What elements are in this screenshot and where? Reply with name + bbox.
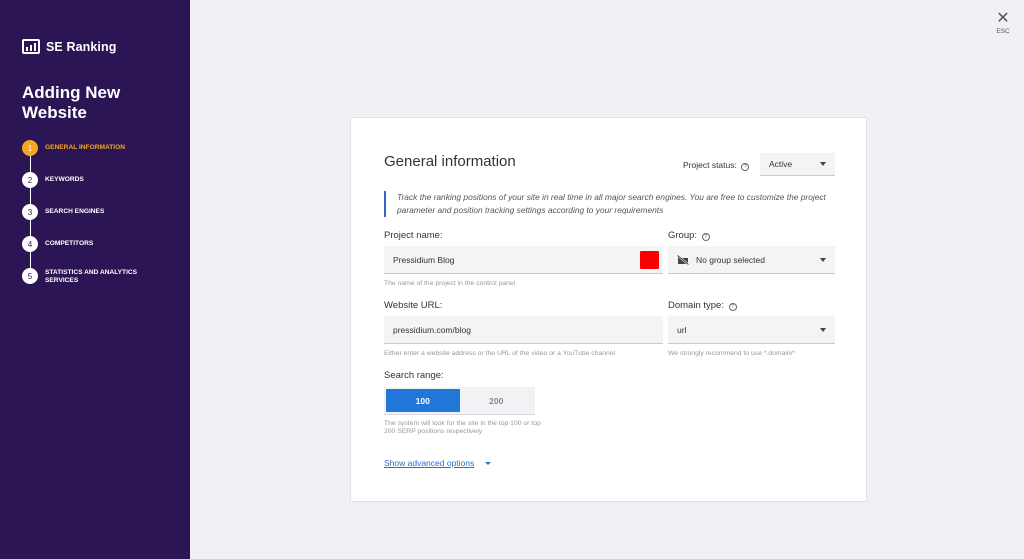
project-name-value: Pressidium Blog [393,254,455,265]
info-text: Track the ranking positions of your site… [384,191,834,217]
search-range-label: Search range: [384,370,444,381]
group-label-text: Group: [668,230,698,241]
step-number: 3 [22,204,38,220]
project-status-select[interactable]: Active [760,153,835,176]
website-url-hint: Either enter a website address or the UR… [384,350,616,357]
card-title: General information [384,153,516,170]
step-label: GENERAL INFORMATION [45,144,125,151]
domain-type-select[interactable]: url [668,316,835,344]
project-name-input[interactable]: Pressidium Blog [384,246,663,274]
chevron-down-icon [820,257,826,262]
project-color-picker[interactable] [640,251,659,269]
step-label: SEARCH ENGINES [45,208,105,215]
chevron-down-icon [820,327,826,332]
folder-off-icon [676,254,690,266]
step-general-information[interactable]: 1 GENERAL INFORMATION [22,140,155,156]
project-status-label: Project status: ? [683,160,750,171]
chevron-down-icon [820,162,826,166]
website-url-input[interactable]: pressidium.com/blog [384,316,663,344]
close-icon: ✕ [996,10,1010,27]
step-connector [29,252,31,268]
brand-name: SE Ranking [46,39,117,54]
step-label: KEYWORDS [45,176,84,183]
group-value: No group selected [696,254,765,265]
step-statistics-analytics[interactable]: 5 STATISTICS AND ANALYTICS SERVICES [22,268,155,285]
step-connector [29,220,31,236]
search-range-200-button[interactable]: 200 [460,389,534,412]
domain-type-label: Domain type: ? [668,300,737,311]
step-number: 4 [22,236,38,252]
search-range-100-button[interactable]: 100 [386,389,460,412]
group-select[interactable]: No group selected [668,246,835,274]
general-information-card: General information Project status: ? Ac… [350,117,867,502]
show-advanced-options-link[interactable]: Show advanced options [384,458,474,468]
group-label: Group: ? [668,230,710,241]
sidebar: SE Ranking Adding New Website 1 GENERAL … [0,0,190,559]
step-search-engines[interactable]: 3 SEARCH ENGINES [22,204,155,220]
help-icon[interactable]: ? [741,163,750,171]
help-icon[interactable]: ? [728,303,737,311]
domain-type-value: url [677,324,687,335]
step-number: 1 [22,140,38,156]
bar-chart-icon [22,39,40,54]
website-url-label: Website URL: [384,300,443,311]
step-label: STATISTICS AND ANALYTICS SERVICES [45,269,138,284]
step-connector [29,188,31,204]
chevron-down-icon[interactable] [485,462,491,465]
help-icon[interactable]: ? [701,233,710,241]
step-label: COMPETITORS [45,240,94,247]
project-name-label: Project name: [384,230,443,241]
brand-logo[interactable]: SE Ranking [22,39,116,54]
domain-type-hint: We strongly recommend to use *.domain/* [668,350,796,357]
step-competitors[interactable]: 4 COMPETITORS [22,236,155,252]
website-url-value: pressidium.com/blog [393,324,471,335]
step-keywords[interactable]: 2 KEYWORDS [22,172,155,188]
domain-type-label-text: Domain type: [668,300,724,311]
project-name-hint: The name of the project in the control p… [384,280,516,287]
wizard-title: Adding New Website [22,83,121,122]
search-range-toggle: 100 200 [384,387,535,415]
project-status-text: Project status: [683,160,737,170]
step-connector [29,156,31,172]
esc-label: ESC [996,28,1010,35]
step-number: 5 [22,268,38,284]
project-status-value: Active [769,159,793,169]
search-range-hint: The system will look for the site in the… [384,420,541,435]
step-number: 2 [22,172,38,188]
close-button[interactable]: ✕ ESC [994,10,1012,36]
